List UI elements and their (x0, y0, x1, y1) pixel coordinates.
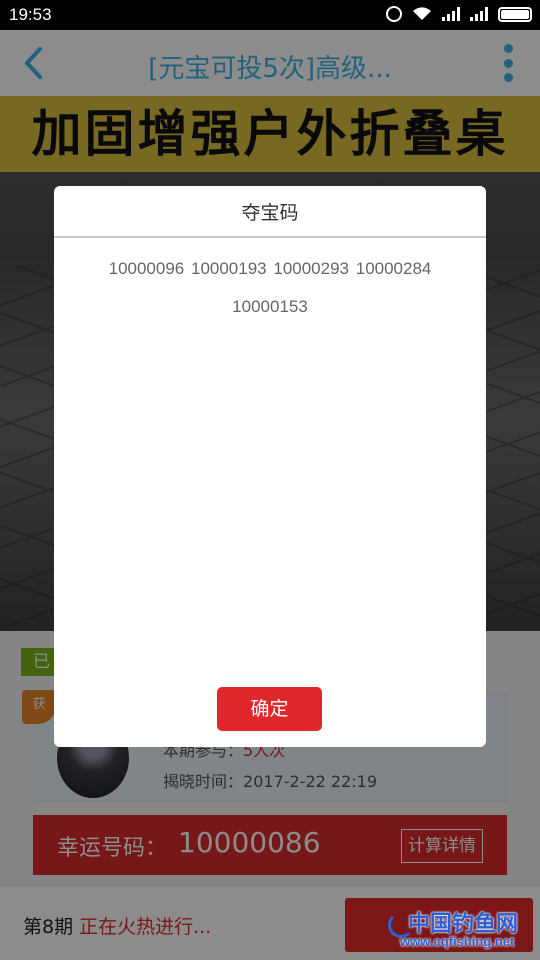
code-item: 10000153 (232, 297, 308, 316)
status-icons (386, 6, 532, 22)
status-bar: 19:53 (0, 0, 540, 30)
signal-icon (442, 7, 460, 21)
codes-dialog: 夺宝码 10000096 10000193 10000293 10000284 … (54, 186, 486, 747)
codes-list: 10000096 10000193 10000293 10000284 1000… (78, 250, 462, 326)
confirm-button[interactable]: 确定 (217, 687, 322, 731)
alarm-icon (386, 6, 402, 22)
signal-icon (470, 7, 488, 21)
watermark: 中国钓鱼网 www.cqfishing.net (388, 906, 534, 956)
dialog-title: 夺宝码 (54, 186, 486, 238)
code-item: 10000096 (108, 259, 185, 278)
status-time: 19:53 (9, 5, 52, 24)
wifi-icon (413, 7, 431, 21)
battery-icon (498, 6, 532, 22)
watermark-url: www.cqfishing.net (400, 934, 515, 949)
code-item: 10000193 (190, 259, 267, 278)
code-item: 10000293 (273, 259, 349, 278)
code-item: 10000284 (355, 259, 432, 278)
